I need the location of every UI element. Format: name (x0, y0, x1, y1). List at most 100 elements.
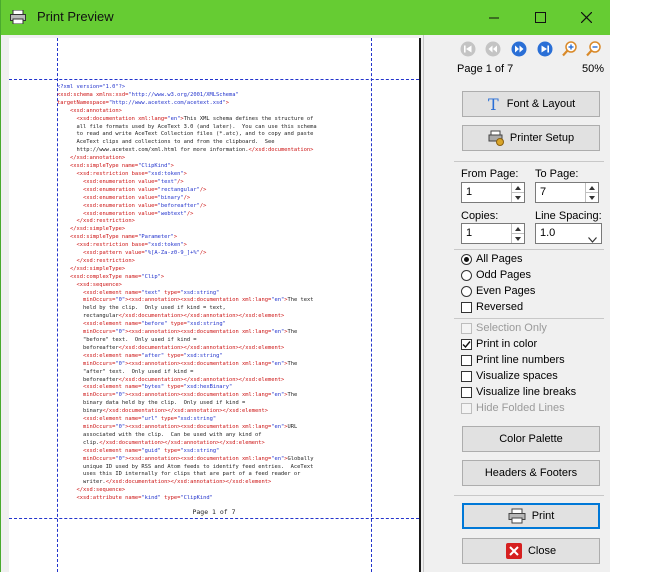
code-line: <xsd:enumeration value="binary"/> (82, 194, 191, 201)
visualize-spaces-checkbox[interactable]: Visualize spaces (461, 369, 558, 383)
code-line: http://www.acetext.com/xml.html for more… (57, 147, 314, 154)
spin-up-icon[interactable] (586, 183, 598, 193)
from-page-stepper[interactable]: 1 (461, 182, 525, 203)
print-line-numbers-checkbox[interactable]: Print line numbers (461, 353, 565, 367)
spin-up-icon[interactable] (512, 183, 524, 193)
headers-footers-button[interactable]: Headers & Footers (462, 460, 600, 486)
printer-icon (508, 508, 526, 524)
code-line: beforeafter</xsd:documentation></xsd:ann… (57, 344, 285, 351)
printer-setup-icon (488, 130, 504, 146)
to-page-stepper[interactable]: 7 (535, 182, 599, 203)
next-page-icon[interactable] (511, 41, 527, 57)
code-line: <xsd:element name="text" type="xsd:strin… (82, 289, 220, 296)
from-page-value: 1 (466, 186, 473, 198)
spin-down-icon[interactable] (586, 193, 598, 202)
radio-icon (461, 285, 472, 297)
visualize-line-breaks-label: Visualize line breaks (476, 386, 577, 398)
checkbox-icon (461, 370, 472, 382)
code-line: all file formats used by AceText 3.0 (an… (57, 123, 317, 130)
last-page-icon[interactable] (537, 41, 553, 57)
preview-page: <?xml version="1.0"?> <xsd:schema xmlns:x… (9, 38, 421, 572)
color-palette-button[interactable]: Color Palette (462, 426, 600, 452)
close-icon (580, 12, 592, 23)
headers-footers-label: Headers & Footers (484, 467, 578, 479)
print-in-color-label: Print in color (476, 338, 538, 350)
code-line: <xsd:sequence> (76, 281, 122, 288)
line-spacing-select[interactable]: 1.0 (535, 223, 602, 244)
preview-area[interactable]: <?xml version="1.0"?> <xsd:schema xmlns:x… (9, 38, 421, 572)
code-line: "before" text. Only used if kind = (57, 337, 197, 343)
checkmark-icon (461, 338, 472, 350)
panel-separator (454, 318, 604, 319)
minimize-button[interactable] (471, 0, 517, 35)
window-title: Print Preview (37, 9, 114, 24)
code-line: <xsd:enumeration value="webtext"/> (82, 210, 194, 217)
code-line: <xsd:enumeration value="rectangular"/> (82, 186, 207, 193)
spin-up-icon[interactable] (512, 224, 524, 234)
spin-down-icon[interactable] (512, 193, 524, 202)
checkbox-icon (461, 301, 472, 313)
copies-stepper[interactable]: 1 (461, 223, 525, 244)
to-page-value: 7 (540, 186, 547, 198)
reversed-checkbox[interactable]: Reversed (461, 300, 523, 314)
odd-pages-radio[interactable]: Odd Pages (461, 268, 531, 282)
visualize-line-breaks-checkbox[interactable]: Visualize line breaks (461, 385, 576, 399)
color-palette-label: Color Palette (499, 433, 563, 445)
code-line: targetNamespace="http://www.acetext.com/… (57, 99, 230, 106)
line-spacing-value: 1.0 (540, 227, 556, 239)
to-page-label: To Page: (535, 168, 579, 180)
close-window-button[interactable] (563, 0, 609, 35)
code-line: binary</xsd:documentation></xsd:annotati… (57, 408, 268, 415)
spin-down-icon[interactable] (512, 234, 524, 243)
code-line: <xsd:attribute name="kind" type="ClipKin… (76, 495, 213, 502)
code-line: to read and write AceText Collection fil… (57, 131, 314, 138)
code-line: beforeafter</xsd:documentation></xsd:ann… (57, 376, 285, 383)
code-line: <xsd:restriction base="xsd:token"> (76, 170, 187, 177)
printer-setup-button[interactable]: Printer Setup (462, 125, 600, 151)
panel-separator (454, 249, 604, 250)
all-pages-radio[interactable]: All Pages (461, 252, 522, 266)
code-line: </xsd:simpleType> (69, 226, 126, 233)
code-line: </xsd:restriction> (76, 257, 135, 264)
maximize-button[interactable] (517, 0, 563, 35)
odd-pages-label: Odd Pages (476, 269, 532, 281)
font-layout-button[interactable]: T Font & Layout (462, 91, 600, 117)
code-line: <xsd:element name="after" type="xsd:stri… (82, 352, 223, 359)
print-in-color-checkbox[interactable]: Print in color (461, 337, 537, 351)
minimize-icon (488, 17, 499, 19)
visualize-spaces-label: Visualize spaces (476, 370, 558, 382)
code-line: associated with the clip. Can be used wi… (57, 431, 262, 438)
margin-guide-bottom (9, 518, 419, 519)
close-x-icon (505, 543, 522, 559)
zoom-out-icon[interactable] (586, 41, 602, 57)
code-line: <xsd:element name="bytes" type="xsd:hexB… (82, 384, 233, 391)
selection-only-label: Selection Only (476, 322, 547, 334)
previous-page-icon[interactable] (485, 41, 501, 57)
code-line: <xsd:simpleType name="Parameter"> (69, 234, 178, 241)
code-line: <xsd:enumeration value="beforeafter"/> (82, 202, 207, 209)
page-indicator: Page 1 of 7 (457, 63, 514, 75)
zoom-in-icon[interactable] (562, 41, 578, 57)
panel-separator (454, 495, 604, 496)
print-options-panel: Page 1 of 7 50% T Font & Layout Printer … (423, 35, 610, 572)
print-button[interactable]: Print (462, 503, 600, 529)
svg-text:T: T (488, 96, 499, 112)
first-page-icon[interactable] (460, 41, 476, 57)
hide-folded-lines-label: Hide Folded Lines (476, 402, 565, 414)
code-line: </xsd:sequence> (76, 487, 126, 494)
chevron-down-icon (588, 230, 597, 248)
title-bar[interactable]: Print Preview (1, 0, 610, 35)
radio-icon (461, 269, 472, 281)
code-line: </xsd:restriction> (76, 218, 135, 225)
close-button[interactable]: Close (462, 538, 600, 564)
font-layout-label: Font & Layout (506, 98, 576, 110)
radio-selected-icon (461, 253, 472, 265)
print-line-numbers-label: Print line numbers (476, 354, 565, 366)
code-line: clip.</xsd:documentation></xsd:annotatio… (57, 439, 265, 446)
code-line: <xsd:complexType name="Clip"> (69, 273, 165, 280)
even-pages-radio[interactable]: Even Pages (461, 284, 535, 298)
code-line: <xsd:element name="url" type="xsd:string… (82, 416, 217, 423)
code-line: minOccurs="0"><xsd:annotation><xsd:docum… (82, 423, 298, 430)
printer-app-icon (10, 9, 26, 25)
code-line: <?xml version="1.0"?> (57, 84, 126, 90)
